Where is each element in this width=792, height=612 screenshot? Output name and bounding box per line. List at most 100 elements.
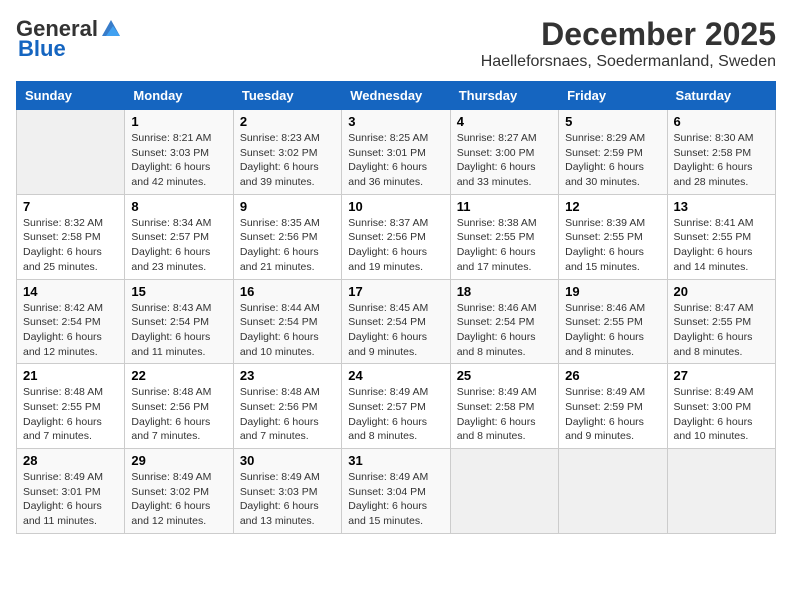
day-info: Sunrise: 8:41 AM Sunset: 2:55 PM Dayligh… (674, 216, 769, 275)
day-number: 27 (674, 368, 769, 383)
calendar-header-row: SundayMondayTuesdayWednesdayThursdayFrid… (17, 82, 776, 110)
calendar-cell: 28 Sunrise: 8:49 AM Sunset: 3:01 PM Dayli… (17, 449, 125, 534)
day-info: Sunrise: 8:49 AM Sunset: 3:01 PM Dayligh… (23, 470, 118, 529)
day-info: Sunrise: 8:49 AM Sunset: 3:00 PM Dayligh… (674, 385, 769, 444)
day-info: Sunrise: 8:49 AM Sunset: 2:57 PM Dayligh… (348, 385, 443, 444)
col-header-saturday: Saturday (667, 82, 775, 110)
logo-blue: Blue (18, 36, 66, 62)
day-number: 17 (348, 284, 443, 299)
day-info: Sunrise: 8:30 AM Sunset: 2:58 PM Dayligh… (674, 131, 769, 190)
day-number: 31 (348, 453, 443, 468)
calendar-cell (450, 449, 558, 534)
day-info: Sunrise: 8:49 AM Sunset: 3:02 PM Dayligh… (131, 470, 226, 529)
calendar-cell: 23 Sunrise: 8:48 AM Sunset: 2:56 PM Dayli… (233, 364, 341, 449)
day-info: Sunrise: 8:44 AM Sunset: 2:54 PM Dayligh… (240, 301, 335, 360)
calendar-week-5: 28 Sunrise: 8:49 AM Sunset: 3:01 PM Dayli… (17, 449, 776, 534)
day-number: 24 (348, 368, 443, 383)
day-info: Sunrise: 8:49 AM Sunset: 2:59 PM Dayligh… (565, 385, 660, 444)
day-number: 5 (565, 114, 660, 129)
calendar-cell (17, 110, 125, 195)
day-number: 13 (674, 199, 769, 214)
day-info: Sunrise: 8:34 AM Sunset: 2:57 PM Dayligh… (131, 216, 226, 275)
day-info: Sunrise: 8:48 AM Sunset: 2:55 PM Dayligh… (23, 385, 118, 444)
col-header-monday: Monday (125, 82, 233, 110)
day-number: 19 (565, 284, 660, 299)
calendar-table: SundayMondayTuesdayWednesdayThursdayFrid… (16, 81, 776, 534)
day-number: 14 (23, 284, 118, 299)
day-info: Sunrise: 8:32 AM Sunset: 2:58 PM Dayligh… (23, 216, 118, 275)
day-number: 1 (131, 114, 226, 129)
logo-icon (100, 18, 122, 40)
calendar-cell: 20 Sunrise: 8:47 AM Sunset: 2:55 PM Dayli… (667, 279, 775, 364)
calendar-body: 1 Sunrise: 8:21 AM Sunset: 3:03 PM Daylig… (17, 110, 776, 534)
day-number: 26 (565, 368, 660, 383)
calendar-cell: 15 Sunrise: 8:43 AM Sunset: 2:54 PM Dayli… (125, 279, 233, 364)
day-number: 20 (674, 284, 769, 299)
day-info: Sunrise: 8:45 AM Sunset: 2:54 PM Dayligh… (348, 301, 443, 360)
calendar-cell: 2Sunrise: 8:23 AM Sunset: 3:02 PM Daylig… (233, 110, 341, 195)
calendar-cell: 22 Sunrise: 8:48 AM Sunset: 2:56 PM Dayli… (125, 364, 233, 449)
calendar-cell: 18 Sunrise: 8:46 AM Sunset: 2:54 PM Dayli… (450, 279, 558, 364)
day-info: Sunrise: 8:46 AM Sunset: 2:55 PM Dayligh… (565, 301, 660, 360)
day-number: 30 (240, 453, 335, 468)
day-info: Sunrise: 8:47 AM Sunset: 2:55 PM Dayligh… (674, 301, 769, 360)
day-number: 4 (457, 114, 552, 129)
calendar-cell: 4 Sunrise: 8:27 AM Sunset: 3:00 PM Daylig… (450, 110, 558, 195)
calendar-cell: 16 Sunrise: 8:44 AM Sunset: 2:54 PM Dayli… (233, 279, 341, 364)
logo: General Blue (16, 16, 122, 62)
day-number: 11 (457, 199, 552, 214)
day-number: 15 (131, 284, 226, 299)
day-number: 16 (240, 284, 335, 299)
col-header-thursday: Thursday (450, 82, 558, 110)
day-number: 12 (565, 199, 660, 214)
calendar-cell: 1 Sunrise: 8:21 AM Sunset: 3:03 PM Daylig… (125, 110, 233, 195)
day-number: 23 (240, 368, 335, 383)
day-number: 28 (23, 453, 118, 468)
calendar-cell: 3 Sunrise: 8:25 AM Sunset: 3:01 PM Daylig… (342, 110, 450, 195)
day-number: 21 (23, 368, 118, 383)
day-number: 25 (457, 368, 552, 383)
calendar-cell: 9Sunrise: 8:35 AM Sunset: 2:56 PM Daylig… (233, 194, 341, 279)
day-info: Sunrise: 8:37 AM Sunset: 2:56 PM Dayligh… (348, 216, 443, 275)
day-number: 29 (131, 453, 226, 468)
calendar-cell: 14 Sunrise: 8:42 AM Sunset: 2:54 PM Dayli… (17, 279, 125, 364)
calendar-cell: 13 Sunrise: 8:41 AM Sunset: 2:55 PM Dayli… (667, 194, 775, 279)
calendar-cell: 19 Sunrise: 8:46 AM Sunset: 2:55 PM Dayli… (559, 279, 667, 364)
day-number: 18 (457, 284, 552, 299)
day-info: Sunrise: 8:38 AM Sunset: 2:55 PM Dayligh… (457, 216, 552, 275)
day-info: Sunrise: 8:42 AM Sunset: 2:54 PM Dayligh… (23, 301, 118, 360)
day-info: Sunrise: 8:49 AM Sunset: 3:03 PM Dayligh… (240, 470, 335, 529)
calendar-cell: 29 Sunrise: 8:49 AM Sunset: 3:02 PM Dayli… (125, 449, 233, 534)
calendar-cell (667, 449, 775, 534)
calendar-cell: 31 Sunrise: 8:49 AM Sunset: 3:04 PM Dayli… (342, 449, 450, 534)
calendar-cell: 27 Sunrise: 8:49 AM Sunset: 3:00 PM Dayli… (667, 364, 775, 449)
col-header-friday: Friday (559, 82, 667, 110)
page-header: General Blue December 2025 Haelleforsnae… (16, 16, 776, 71)
calendar-cell: 6 Sunrise: 8:30 AM Sunset: 2:58 PM Daylig… (667, 110, 775, 195)
day-number: 22 (131, 368, 226, 383)
day-number: 3 (348, 114, 443, 129)
day-info: Sunrise: 8:46 AM Sunset: 2:54 PM Dayligh… (457, 301, 552, 360)
calendar-cell: 11 Sunrise: 8:38 AM Sunset: 2:55 PM Dayli… (450, 194, 558, 279)
day-number: 10 (348, 199, 443, 214)
calendar-cell: 30 Sunrise: 8:49 AM Sunset: 3:03 PM Dayli… (233, 449, 341, 534)
calendar-cell: 7Sunrise: 8:32 AM Sunset: 2:58 PM Daylig… (17, 194, 125, 279)
day-info: Sunrise: 8:27 AM Sunset: 3:00 PM Dayligh… (457, 131, 552, 190)
day-info: Sunrise: 8:49 AM Sunset: 3:04 PM Dayligh… (348, 470, 443, 529)
day-info: Sunrise: 8:21 AM Sunset: 3:03 PM Dayligh… (131, 131, 226, 190)
calendar-week-3: 14 Sunrise: 8:42 AM Sunset: 2:54 PM Dayli… (17, 279, 776, 364)
calendar-cell: 17 Sunrise: 8:45 AM Sunset: 2:54 PM Dayli… (342, 279, 450, 364)
day-info: Sunrise: 8:29 AM Sunset: 2:59 PM Dayligh… (565, 131, 660, 190)
calendar-week-4: 21 Sunrise: 8:48 AM Sunset: 2:55 PM Dayli… (17, 364, 776, 449)
calendar-cell: 10 Sunrise: 8:37 AM Sunset: 2:56 PM Dayli… (342, 194, 450, 279)
calendar-cell: 26 Sunrise: 8:49 AM Sunset: 2:59 PM Dayli… (559, 364, 667, 449)
day-info: Sunrise: 8:48 AM Sunset: 2:56 PM Dayligh… (240, 385, 335, 444)
day-info: Sunrise: 8:23 AM Sunset: 3:02 PM Dayligh… (240, 131, 335, 190)
day-number: 6 (674, 114, 769, 129)
day-info: Sunrise: 8:25 AM Sunset: 3:01 PM Dayligh… (348, 131, 443, 190)
calendar-cell: 24 Sunrise: 8:49 AM Sunset: 2:57 PM Dayli… (342, 364, 450, 449)
day-info: Sunrise: 8:43 AM Sunset: 2:54 PM Dayligh… (131, 301, 226, 360)
day-info: Sunrise: 8:35 AM Sunset: 2:56 PM Dayligh… (240, 216, 335, 275)
day-info: Sunrise: 8:48 AM Sunset: 2:56 PM Dayligh… (131, 385, 226, 444)
day-info: Sunrise: 8:39 AM Sunset: 2:55 PM Dayligh… (565, 216, 660, 275)
